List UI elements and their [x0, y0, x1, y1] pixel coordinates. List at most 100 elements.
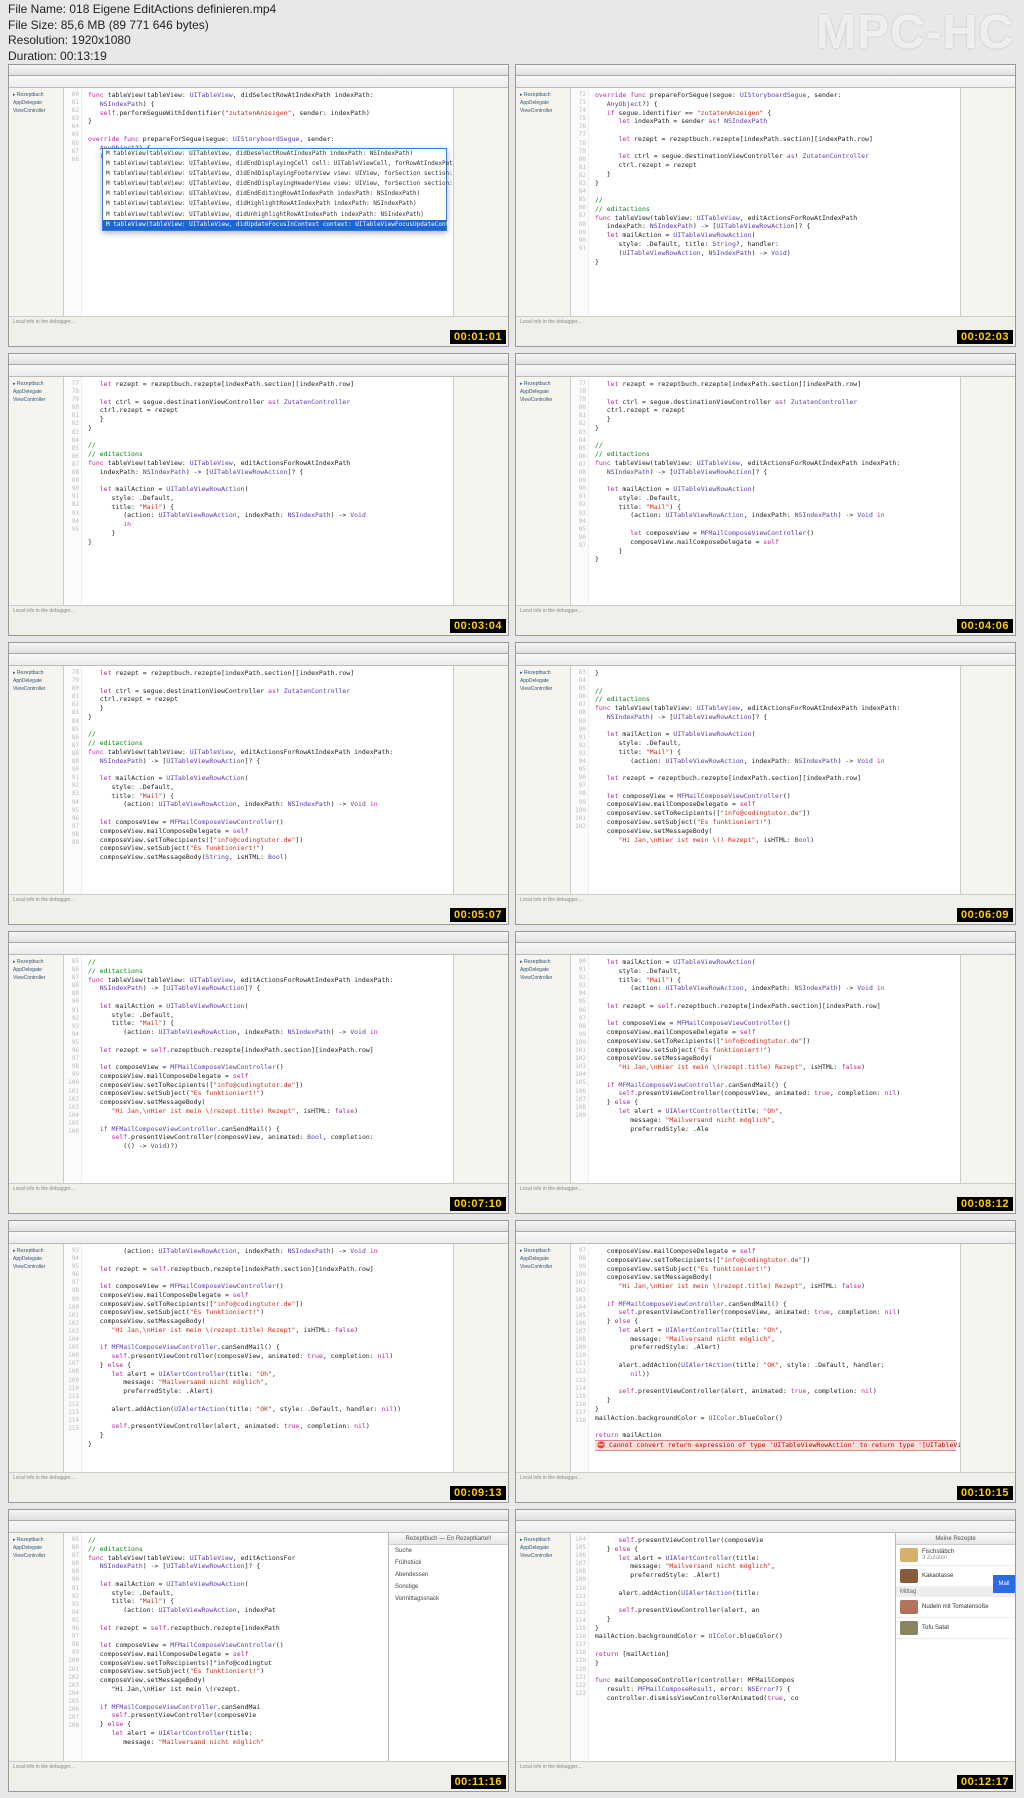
timestamp-badge: 00:02:03	[957, 330, 1013, 344]
autocomplete-popup[interactable]: M tableView(tableView: UITableView, didD…	[102, 148, 447, 231]
utilities-panel[interactable]	[453, 666, 508, 894]
project-navigator[interactable]: ▸ Rezeptbuch AppDelegate ViewController	[9, 1244, 64, 1472]
timestamp-badge: 00:12:17	[957, 1775, 1013, 1789]
project-navigator[interactable]: ▸ Rezeptbuch AppDelegate ViewController	[9, 666, 64, 894]
code-editor[interactable]: 77 78 79 80 81 82 83 84 85 86 87 88 89 9…	[64, 377, 453, 605]
line-gutter: 90 91 92 93 94 95 96 97 98 99 100 101 10…	[571, 955, 589, 1183]
mail-swipe-button[interactable]: Mail	[993, 1575, 1015, 1593]
project-navigator[interactable]: ▸ Rezeptbuch AppDelegate ViewController	[516, 377, 571, 605]
line-gutter: 60 61 62 63 64 65 66 67 68	[64, 88, 82, 316]
code-editor[interactable]: 85 86 87 88 89 90 91 92 93 94 95 96 97 9…	[64, 1533, 388, 1761]
xcode-toolbar[interactable]	[516, 1232, 1015, 1244]
debug-area[interactable]: Local info in the debugger…	[9, 1761, 508, 1791]
debug-area[interactable]: Local info in the debugger…	[516, 605, 1015, 635]
timestamp-badge: 00:08:12	[957, 1197, 1013, 1211]
window-titlebar	[9, 932, 508, 943]
window-titlebar	[9, 643, 508, 654]
line-gutter: 97 98 99 100 101 102 103 104 105 106 107…	[571, 1244, 589, 1472]
timestamp-badge: 00:10:15	[957, 1486, 1013, 1500]
video-frame: ▸ Rezeptbuch AppDelegate ViewController8…	[8, 1509, 509, 1792]
project-navigator[interactable]: ▸ Rezeptbuch AppDelegate ViewController	[9, 377, 64, 605]
timestamp-badge: 00:07:10	[450, 1197, 506, 1211]
utilities-panel[interactable]	[960, 377, 1015, 605]
mpc-hc-watermark: MPC-HC	[816, 5, 1014, 60]
xcode-toolbar[interactable]	[516, 76, 1015, 88]
utilities-panel[interactable]	[453, 88, 508, 316]
code-editor[interactable]: 72 73 74 75 76 77 78 79 80 81 82 83 84 8…	[571, 88, 960, 316]
debug-area[interactable]: Local info in the debugger…	[9, 1183, 508, 1213]
xcode-toolbar[interactable]	[516, 943, 1015, 955]
code-editor[interactable]: 90 91 92 93 94 95 96 97 98 99 100 101 10…	[571, 955, 960, 1183]
video-frame: ▸ Rezeptbuch AppDelegate ViewController9…	[8, 1220, 509, 1503]
timestamp-badge: 00:03:04	[450, 619, 506, 633]
debug-area[interactable]: Local info in the debugger…	[516, 316, 1015, 346]
debug-area[interactable]: Local info in the debugger…	[516, 894, 1015, 924]
code-editor[interactable]: 77 78 79 80 81 82 83 84 85 86 87 88 89 9…	[571, 377, 960, 605]
xcode-toolbar[interactable]	[9, 1521, 508, 1533]
project-navigator[interactable]: ▸ Rezeptbuch AppDelegate ViewController	[516, 1533, 571, 1761]
code-editor[interactable]: 60 61 62 63 64 65 66 67 68 func tableVie…	[64, 88, 453, 316]
window-titlebar	[516, 65, 1015, 76]
autocomplete-item[interactable]: M tableView(tableView: UITableView, didD…	[103, 149, 446, 159]
timestamp-badge: 00:11:16	[451, 1775, 506, 1789]
xcode-toolbar[interactable]	[9, 76, 508, 88]
utilities-panel[interactable]	[960, 666, 1015, 894]
xcode-toolbar[interactable]	[516, 365, 1015, 377]
line-gutter: 93 94 95 96 97 98 99 100 101 102 103 104…	[64, 1244, 82, 1472]
debug-area[interactable]: Local info in the debugger…	[9, 605, 508, 635]
project-navigator[interactable]: ▸ Rezeptbuch AppDelegate ViewController	[516, 666, 571, 894]
autocomplete-item[interactable]: M tableView(tableView: UITableView, didU…	[103, 210, 446, 220]
debug-area[interactable]: Local info in the debugger…	[516, 1761, 1015, 1791]
autocomplete-item[interactable]: M tableView(tableView: UITableView, didU…	[103, 220, 446, 230]
line-gutter: 104 105 106 107 108 109 110 111 112 113 …	[571, 1533, 589, 1761]
code-editor[interactable]: 83 84 85 86 87 88 89 90 91 92 93 94 95 9…	[571, 666, 960, 894]
video-frame: ▸ Rezeptbuch AppDelegate ViewController8…	[515, 642, 1016, 925]
autocomplete-item[interactable]: M tableView(tableView: UITableView, didE…	[103, 159, 446, 169]
project-navigator[interactable]: ▸ Rezeptbuch AppDelegate ViewController	[9, 88, 64, 316]
project-navigator[interactable]: ▸ Rezeptbuch AppDelegate ViewController	[9, 955, 64, 1183]
code-editor[interactable]: 104 105 106 107 108 109 110 111 112 113 …	[571, 1533, 895, 1761]
video-frame: ▸ Rezeptbuch AppDelegate ViewController6…	[8, 64, 509, 347]
window-titlebar	[9, 1221, 508, 1232]
ios-simulator: Meine RezepteFischstäbch3 ZutatenKakaota…	[895, 1533, 1015, 1761]
autocomplete-item[interactable]: M tableView(tableView: UITableView, didE…	[103, 189, 446, 199]
autocomplete-item[interactable]: M tableView(tableView: UITableView, didH…	[103, 199, 446, 209]
xcode-toolbar[interactable]	[516, 1521, 1015, 1533]
utilities-panel[interactable]	[453, 1244, 508, 1472]
project-navigator[interactable]: ▸ Rezeptbuch AppDelegate ViewController	[516, 1244, 571, 1472]
project-navigator[interactable]: ▸ Rezeptbuch AppDelegate ViewController	[9, 1533, 64, 1761]
xcode-toolbar[interactable]	[9, 365, 508, 377]
video-frame: ▸ Rezeptbuch AppDelegate ViewController7…	[515, 353, 1016, 636]
window-titlebar	[9, 65, 508, 76]
code-editor[interactable]: 93 94 95 96 97 98 99 100 101 102 103 104…	[64, 1244, 453, 1472]
code-editor[interactable]: 85 86 87 88 89 90 91 92 93 94 95 96 97 9…	[64, 955, 453, 1183]
xcode-toolbar[interactable]	[9, 654, 508, 666]
debug-area[interactable]: Local info in the debugger…	[9, 1472, 508, 1502]
xcode-toolbar[interactable]	[516, 654, 1015, 666]
debug-area[interactable]: Local info in the debugger…	[9, 316, 508, 346]
window-titlebar	[9, 1510, 508, 1521]
debug-area[interactable]: Local info in the debugger…	[516, 1472, 1015, 1502]
code-editor[interactable]: 97 98 99 100 101 102 103 104 105 106 107…	[571, 1244, 960, 1472]
utilities-panel[interactable]	[960, 1244, 1015, 1472]
utilities-panel[interactable]	[453, 955, 508, 1183]
xcode-toolbar[interactable]	[9, 943, 508, 955]
code-editor[interactable]: 78 79 80 81 82 83 84 85 86 87 88 89 90 9…	[64, 666, 453, 894]
xcode-toolbar[interactable]	[9, 1232, 508, 1244]
autocomplete-item[interactable]: M tableView(tableView: UITableView, didE…	[103, 169, 446, 179]
line-gutter: 77 78 79 80 81 82 83 84 85 86 87 88 89 9…	[64, 377, 82, 605]
debug-area[interactable]: Local info in the debugger…	[9, 894, 508, 924]
debug-area[interactable]: Local info in the debugger…	[516, 1183, 1015, 1213]
utilities-panel[interactable]	[960, 955, 1015, 1183]
line-gutter: 78 79 80 81 82 83 84 85 86 87 88 89 90 9…	[64, 666, 82, 894]
project-navigator[interactable]: ▸ Rezeptbuch AppDelegate ViewController	[516, 955, 571, 1183]
timestamp-badge: 00:06:09	[957, 908, 1013, 922]
utilities-panel[interactable]	[960, 88, 1015, 316]
video-frame: ▸ Rezeptbuch AppDelegate ViewController1…	[515, 1509, 1016, 1792]
utilities-panel[interactable]	[453, 377, 508, 605]
simulator-title: Rezeptbuch — En Rezeptkarte!!	[389, 1533, 508, 1545]
project-navigator[interactable]: ▸ Rezeptbuch AppDelegate ViewController	[516, 88, 571, 316]
video-frame: ▸ Rezeptbuch AppDelegate ViewController9…	[515, 931, 1016, 1214]
video-frame: ▸ Rezeptbuch AppDelegate ViewController8…	[8, 931, 509, 1214]
autocomplete-item[interactable]: M tableView(tableView: UITableView, didE…	[103, 179, 446, 189]
